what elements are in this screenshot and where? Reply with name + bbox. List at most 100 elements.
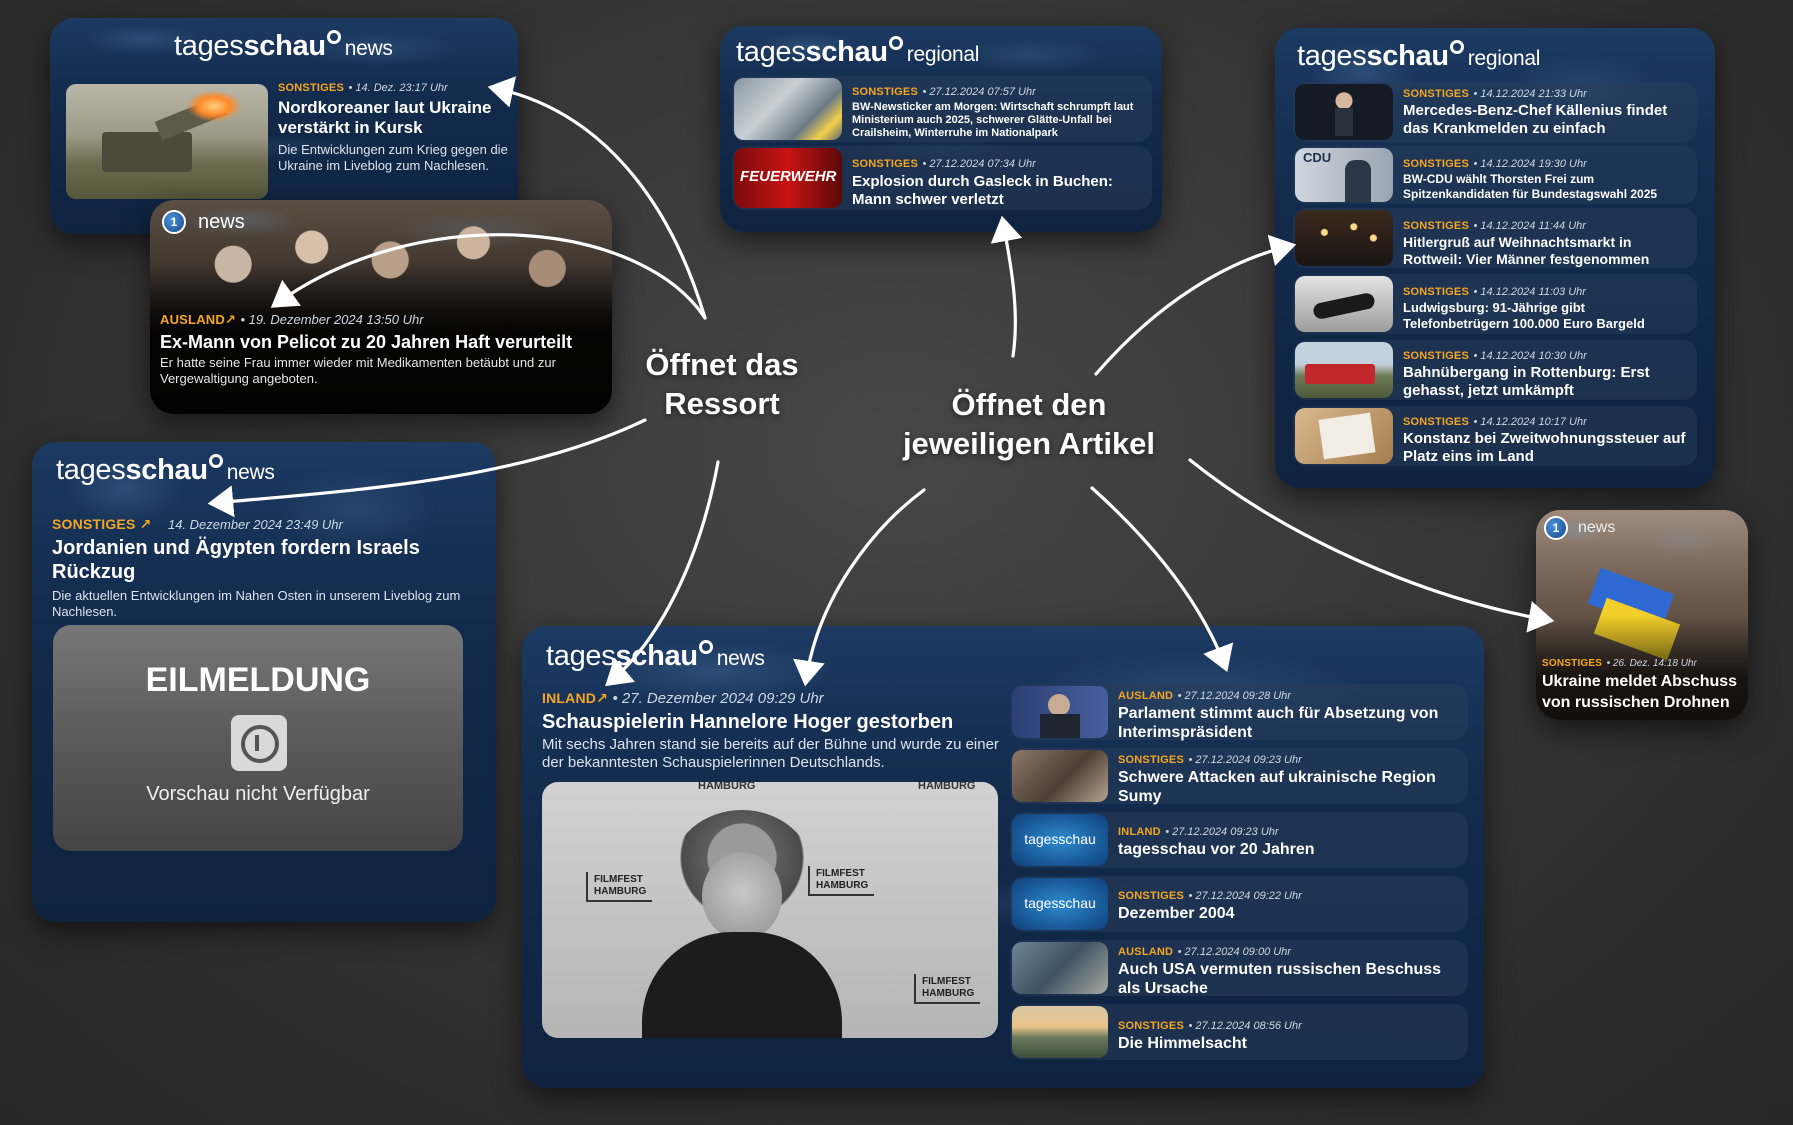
- article-title[interactable]: Schwere Attacken auf ukrainische Region …: [1118, 768, 1458, 806]
- category-label: SONSTIGES: [1542, 658, 1603, 669]
- category-label: SONSTIGES: [1403, 350, 1469, 362]
- category-label: SONSTIGES: [1403, 220, 1469, 232]
- hannelore-hoger-photo[interactable]: HAMBURG HAMBURG FILMFEST HAMBURG FILMFEST…: [542, 782, 998, 1038]
- telephone-photo: [1295, 276, 1393, 332]
- timestamp: • 14.12.2024 11:03 Uhr: [1473, 286, 1586, 298]
- article-title[interactable]: Dezember 2004: [1118, 904, 1458, 923]
- ard-logo-icon: [162, 210, 186, 234]
- timestamp: • 14.12.2024 10:17 Uhr: [1473, 416, 1587, 428]
- category-label: AUSLAND: [1118, 946, 1174, 958]
- label-opens-section: Öffnet das Ressort: [645, 347, 799, 421]
- photo-wall-text: HAMBURG: [698, 782, 756, 792]
- article-title[interactable]: Auch USA vermuten russischen Beschuss al…: [1118, 960, 1458, 998]
- timestamp: • 14. Dez. 23:17 Uhr: [348, 82, 448, 94]
- timestamp: • 27.12.2024 07:57 Uhr: [922, 86, 1036, 98]
- category-label: SONSTIGES: [1118, 754, 1184, 766]
- category-label: INLAND↗: [542, 690, 609, 706]
- filmfest-logo-left: FILMFEST HAMBURG: [586, 872, 653, 902]
- timestamp: • 14.12.2024 21:33 Uhr: [1473, 88, 1587, 100]
- eilmeldung-title: EILMELDUNG: [145, 661, 371, 699]
- category-label: SONSTIGES: [852, 158, 918, 170]
- article-title[interactable]: Ludwigsburg: 91-Jährige gibt Telefonbetr…: [1403, 300, 1693, 332]
- category-label: AUSLAND: [1118, 690, 1174, 702]
- timestamp: • 27.12.2024 09:28 Uhr: [1177, 690, 1291, 702]
- article-title[interactable]: Jordanien und Ägypten fordern Israels Rü…: [52, 536, 472, 584]
- article-title[interactable]: Schauspielerin Hannelore Hoger gestorben: [542, 710, 1012, 734]
- widget-regional-small[interactable]: tagesschau regional SONSTIGES • 27.12.202…: [720, 26, 1162, 232]
- article-title[interactable]: Mercedes-Benz-Chef Källenius findet das …: [1403, 102, 1693, 138]
- timestamp: • 27.12.2024 07:34 Uhr: [922, 158, 1036, 170]
- category-label: SONSTIGES: [852, 86, 918, 98]
- news-badge-label: news: [1578, 519, 1616, 536]
- article-title[interactable]: Nordkoreaner laut Ukraine verstärkt in K…: [278, 98, 510, 138]
- eilmeldung-subtitle: Vorschau nicht Verfügbar: [146, 783, 370, 805]
- parliament-speaker-photo: [1012, 686, 1108, 738]
- train-crossing-photo: [1295, 342, 1393, 398]
- article-teaser: Die Entwicklungen zum Krieg gegen die Uk…: [278, 142, 508, 173]
- article-title[interactable]: Konstanz bei Zweitwohnungssteuer auf Pla…: [1403, 430, 1693, 466]
- category-label: INLAND: [1118, 826, 1161, 838]
- label-opens-article: Öffnet den jeweiligen Artikel: [902, 387, 1156, 461]
- timestamp: 14. Dezember 2024 23:49 Uhr: [167, 517, 343, 532]
- tagesschau-news-logo: tagesschau news: [56, 454, 275, 486]
- category-label: SONSTIGES: [1403, 158, 1469, 170]
- widget-news-extra-large[interactable]: tagesschau news INLAND↗ • 27. Dezember 20…: [522, 626, 1484, 1088]
- tax-document-photo: [1295, 408, 1393, 464]
- category-label: SONSTIGES: [1403, 286, 1469, 298]
- timestamp: • 27.12.2024 09:23 Uhr: [1165, 826, 1279, 838]
- article-title[interactable]: BW-Newsticker am Morgen: Wirtschaft schr…: [852, 101, 1142, 140]
- tagesschau-regional-logo: tagesschau regional: [736, 36, 980, 68]
- tagesschau-news-logo: tagesschau news: [546, 640, 765, 672]
- arrow-to-regional-top: [990, 215, 1023, 358]
- ard-logo-icon: [1544, 516, 1568, 540]
- christmas-market-photo: [1295, 210, 1393, 266]
- crash-site-photo: [1012, 942, 1108, 994]
- article-title[interactable]: Die Himmelsacht: [1118, 1034, 1458, 1053]
- tagesschau-news-logo: tagesschau news: [174, 30, 393, 62]
- widget-news-image-card[interactable]: news AUSLAND↗ • 19. Dezember 2024 13:50 …: [150, 200, 612, 414]
- timestamp: • 27.12.2024 08:56 Uhr: [1188, 1020, 1302, 1032]
- widget-news-large-left[interactable]: tagesschau news SONSTIGES ↗ 14. Dezember …: [32, 442, 496, 922]
- photo-wall-text-2: HAMBURG: [918, 782, 976, 792]
- article-title[interactable]: Explosion durch Gasleck in Buchen: Mann …: [852, 173, 1142, 209]
- timestamp: • 26. Dez. 14:18 Uhr: [1606, 658, 1697, 669]
- timestamp: • 27. Dezember 2024 09:29 Uhr: [612, 690, 824, 707]
- speaker-photo: [1295, 84, 1393, 140]
- article-title[interactable]: Ukraine meldet Abschuss von russischen D…: [1542, 671, 1742, 713]
- article-title[interactable]: BW-CDU wählt Thorsten Frei zum Spitzenka…: [1403, 172, 1693, 202]
- filmfest-logo-right: FILMFEST HAMBURG: [808, 866, 875, 896]
- cdu-politician-photo: CDU: [1295, 148, 1393, 202]
- tagesschau-logo-thumb: tagesschau: [1012, 814, 1108, 866]
- article-title[interactable]: tagesschau vor 20 Jahren: [1118, 840, 1458, 859]
- filmfest-logo-bottom: FILMFEST HAMBURG: [914, 974, 981, 1004]
- timestamp: • 27.12.2024 09:00 Uhr: [1177, 946, 1291, 958]
- category-label: SONSTIGES ↗: [52, 516, 152, 532]
- timestamp: • 14.12.2024 19:30 Uhr: [1473, 158, 1587, 170]
- thumb-logo-text: tagesschau: [1024, 831, 1096, 847]
- war-damage-photo: [1012, 750, 1108, 802]
- category-label: SONSTIGES: [278, 82, 344, 94]
- thumb-logo-text: tagesschau: [1024, 895, 1096, 911]
- accident-photo: [734, 78, 842, 140]
- article-title[interactable]: Bahnübergang in Rottenburg: Erst gehasst…: [1403, 364, 1693, 400]
- category-label: SONSTIGES: [1118, 1020, 1184, 1032]
- cdu-sign: CDU: [1303, 150, 1332, 165]
- widget-regional-large[interactable]: tagesschau regional SONSTIGES • 14.12.202…: [1275, 28, 1715, 488]
- tagesschau-logo-thumb: tagesschau: [1012, 878, 1108, 930]
- article-title[interactable]: Ex-Mann von Pelicot zu 20 Jahren Haft ve…: [160, 331, 600, 353]
- timestamp: • 14.12.2024 11:44 Uhr: [1473, 220, 1586, 232]
- article-title[interactable]: Parlament stimmt auch für Absetzung von …: [1118, 704, 1458, 742]
- news-badge-label: news: [198, 211, 245, 233]
- timestamp: • 14.12.2024 10:30 Uhr: [1473, 350, 1587, 362]
- rocket-launcher-photo: [66, 84, 268, 199]
- ard-logo-icon: [231, 715, 287, 771]
- timestamp: • 27.12.2024 09:23 Uhr: [1188, 754, 1302, 766]
- fire-truck-photo: FEUERWEHR: [734, 148, 842, 208]
- article-title[interactable]: Hitlergruß auf Weihnachtsmarkt in Rottwe…: [1403, 234, 1693, 268]
- widget-news-square[interactable]: news SONSTIGES • 26. Dez. 14:18 Uhr Ukra…: [1536, 510, 1748, 720]
- article-teaser: Die aktuellen Entwicklungen im Nahen Ost…: [52, 588, 461, 619]
- article-teaser: Mit sechs Jahren stand sie bereits auf d…: [542, 736, 999, 771]
- timestamp: • 27.12.2024 09:22 Uhr: [1188, 890, 1302, 902]
- article-teaser: Er hatte seine Frau immer wieder mit Med…: [160, 355, 556, 386]
- eilmeldung-card[interactable]: EILMELDUNG Vorschau nicht Verfügbar: [53, 625, 463, 851]
